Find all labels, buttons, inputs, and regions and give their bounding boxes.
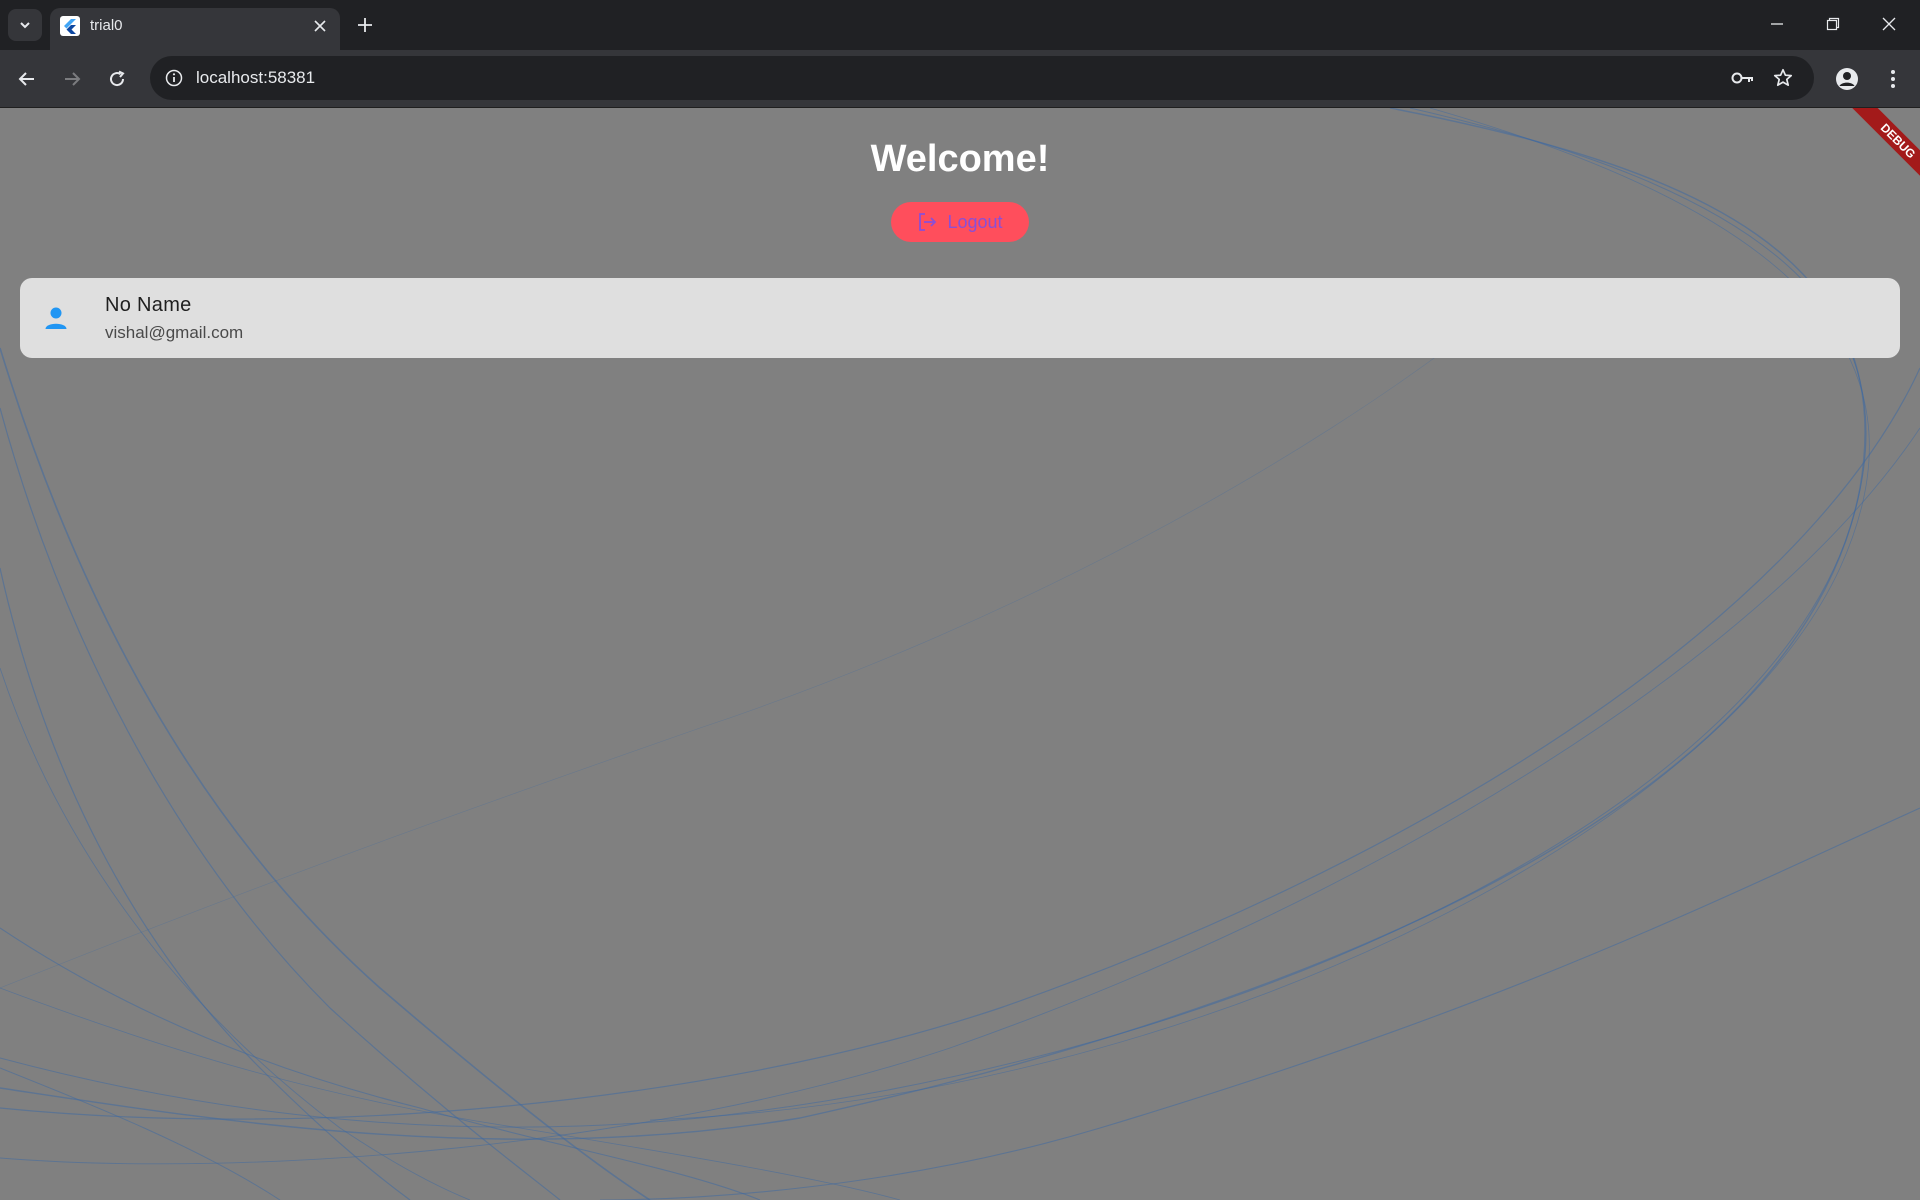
tab-search-button[interactable] (8, 9, 42, 41)
key-icon (1731, 72, 1753, 84)
site-info-button[interactable] (162, 66, 186, 90)
active-tab[interactable]: trial0 (50, 8, 340, 50)
restore-icon (1826, 17, 1840, 31)
profile-button[interactable] (1830, 62, 1864, 96)
close-icon (314, 20, 326, 32)
restore-button[interactable] (1810, 6, 1856, 42)
user-email: vishal@gmail.com (105, 323, 244, 342)
arrow-right-icon (65, 72, 81, 86)
user-name: No Name (105, 294, 192, 316)
person-icon (45, 307, 67, 329)
tab-strip: trial0 (0, 0, 1920, 50)
flutter-icon (60, 16, 80, 36)
person-icon (1836, 68, 1858, 90)
user-list-item[interactable]: No Name vishal@gmail.com (20, 278, 1900, 358)
background-waves (0, 108, 1920, 1200)
plus-icon (358, 18, 372, 32)
logout-label: Logout (947, 212, 1003, 232)
close-tab-button[interactable] (310, 16, 330, 36)
logout-button[interactable]: Logout (891, 202, 1029, 242)
password-manager-button[interactable] (1730, 66, 1756, 90)
tab-title: trial0 (90, 17, 123, 34)
bookmark-button[interactable] (1770, 66, 1796, 90)
forward-button[interactable] (55, 62, 89, 96)
url-text: localhost:58381 (196, 68, 316, 87)
browser-toolbar: localhost:58381 (0, 50, 1920, 108)
back-button[interactable] (10, 62, 44, 96)
reload-button[interactable] (100, 62, 134, 96)
info-icon (165, 69, 183, 87)
page-viewport: Welcome! Logout No Name vishal@gmail.com… (0, 108, 1920, 1200)
logout-icon (919, 213, 937, 231)
star-icon (1773, 68, 1793, 87)
close-icon (1882, 17, 1896, 31)
reload-icon (110, 70, 125, 87)
arrow-left-icon (18, 72, 34, 86)
debug-banner: DEBUG (1830, 108, 1920, 198)
close-window-button[interactable] (1866, 6, 1912, 42)
new-tab-button[interactable] (352, 10, 378, 40)
address-bar[interactable]: localhost:58381 (150, 56, 1814, 100)
kebab-menu-icon (1891, 70, 1895, 88)
browser-menu-button[interactable] (1876, 62, 1910, 96)
minimize-button[interactable] (1754, 6, 1800, 42)
page-title: Welcome! (870, 138, 1050, 180)
minimize-icon (1771, 23, 1783, 25)
debug-label: DEBUG (1849, 108, 1920, 190)
chevron-down-icon (20, 22, 30, 29)
